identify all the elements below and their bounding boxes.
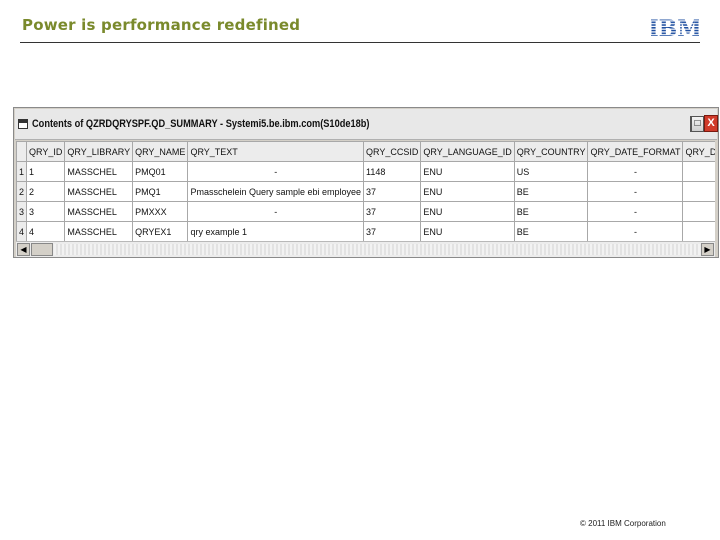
scroll-right-arrow-icon[interactable]: ▶ bbox=[701, 243, 714, 256]
results-table: QRY_ID QRY_LIBRARY QRY_NAME QRY_TEXT QRY… bbox=[16, 141, 715, 241]
cell[interactable]: - bbox=[587, 221, 684, 241]
column-header[interactable]: QRY_DATE_SEPARATOR bbox=[682, 141, 715, 162]
cell[interactable]: BE bbox=[513, 181, 589, 202]
scroll-left-arrow-icon[interactable]: ◀ bbox=[17, 243, 30, 256]
scroll-thumb[interactable] bbox=[31, 243, 53, 256]
slide-title: Power is performance redefined bbox=[22, 16, 301, 34]
results-grid[interactable]: QRY_ID QRY_LIBRARY QRY_NAME QRY_TEXT QRY… bbox=[16, 141, 715, 241]
window-title: Contents of QZRDQRYSPF.QD_SUMMARY - Syst… bbox=[32, 118, 370, 130]
column-header[interactable]: QRY_ID bbox=[26, 141, 66, 162]
cell[interactable]: 3 bbox=[26, 201, 66, 222]
cell[interactable]: BE bbox=[513, 221, 589, 241]
table-row[interactable]: 1 1 MASSCHEL PMQ01 - 1148 ENU US - - bbox=[16, 161, 715, 182]
table-row[interactable]: 3 3 MASSCHEL PMXXX - 37 ENU BE - - bbox=[16, 201, 715, 222]
maximize-button[interactable]: □ bbox=[691, 116, 704, 132]
cell[interactable]: MASSCHEL bbox=[64, 221, 134, 241]
column-header[interactable]: QRY_TEXT bbox=[187, 141, 365, 162]
table-window: Contents of QZRDQRYSPF.QD_SUMMARY - Syst… bbox=[13, 107, 719, 258]
cell[interactable]: - bbox=[682, 161, 715, 182]
cell[interactable]: - bbox=[187, 201, 365, 222]
corner-cell bbox=[16, 141, 28, 162]
cell[interactable]: ENU bbox=[420, 181, 515, 202]
cell[interactable]: PMQ1 bbox=[132, 181, 189, 202]
cell[interactable]: - bbox=[682, 221, 715, 241]
cell[interactable]: 2 bbox=[26, 181, 66, 202]
cell[interactable]: - bbox=[587, 201, 684, 222]
cell[interactable]: BE bbox=[513, 201, 589, 222]
cell[interactable]: MASSCHEL bbox=[64, 181, 134, 202]
column-header[interactable]: QRY_DATE_FORMAT bbox=[587, 141, 684, 162]
cell[interactable]: - bbox=[682, 181, 715, 202]
cell[interactable]: - bbox=[587, 161, 684, 182]
row-number[interactable]: 3 bbox=[16, 201, 28, 222]
cell[interactable]: - bbox=[682, 201, 715, 222]
row-number[interactable]: 2 bbox=[16, 181, 28, 202]
table-row[interactable]: 4 4 MASSCHEL QRYEX1 qry example 1 37 ENU… bbox=[16, 221, 715, 241]
cell[interactable]: - bbox=[187, 161, 365, 182]
column-header[interactable]: QRY_COUNTRY bbox=[513, 141, 589, 162]
cell[interactable]: MASSCHEL bbox=[64, 201, 134, 222]
cell[interactable]: MASSCHEL bbox=[64, 161, 134, 182]
cell[interactable]: PMXXX bbox=[132, 201, 189, 222]
cell[interactable]: QRYEX1 bbox=[132, 221, 189, 241]
copyright-footer: © 2011 IBM Corporation bbox=[580, 519, 666, 528]
ibm-logo-text: IBM bbox=[651, 16, 699, 38]
cell[interactable]: 1 bbox=[26, 161, 66, 182]
ibm-logo: IBM bbox=[651, 16, 699, 38]
cell[interactable]: 37 bbox=[363, 221, 422, 241]
table-row[interactable]: 2 2 MASSCHEL PMQ1 Pmasschelein Query sam… bbox=[16, 181, 715, 202]
window-titlebar[interactable]: Contents of QZRDQRYSPF.QD_SUMMARY - Syst… bbox=[15, 109, 718, 140]
row-number[interactable]: 4 bbox=[16, 221, 28, 241]
cell[interactable]: 37 bbox=[363, 181, 422, 202]
column-header[interactable]: QRY_LIBRARY bbox=[64, 141, 134, 162]
cell[interactable]: 1148 bbox=[363, 161, 422, 182]
column-header[interactable]: QRY_CCSID bbox=[363, 141, 422, 162]
column-header[interactable]: QRY_NAME bbox=[132, 141, 189, 162]
cell[interactable]: - bbox=[587, 181, 684, 202]
row-number[interactable]: 1 bbox=[16, 161, 28, 182]
header-row: QRY_ID QRY_LIBRARY QRY_NAME QRY_TEXT QRY… bbox=[16, 141, 715, 162]
title-divider bbox=[20, 42, 700, 43]
cell[interactable]: ENU bbox=[420, 161, 515, 182]
horizontal-scrollbar[interactable]: ◀ ▶ bbox=[16, 241, 715, 257]
cell[interactable]: ENU bbox=[420, 221, 515, 241]
cell[interactable]: 4 bbox=[26, 221, 66, 241]
cell[interactable]: qry example 1 bbox=[187, 221, 365, 241]
cell[interactable]: Pmasschelein Query sample ebi employee bbox=[187, 181, 365, 202]
cell[interactable]: US bbox=[513, 161, 589, 182]
close-button[interactable]: X bbox=[704, 115, 718, 132]
cell[interactable]: 37 bbox=[363, 201, 422, 222]
cell[interactable]: ENU bbox=[420, 201, 515, 222]
column-header[interactable]: QRY_LANGUAGE_ID bbox=[420, 141, 515, 162]
table-icon bbox=[18, 119, 28, 129]
scroll-track[interactable] bbox=[54, 244, 700, 255]
cell[interactable]: PMQ01 bbox=[132, 161, 189, 182]
